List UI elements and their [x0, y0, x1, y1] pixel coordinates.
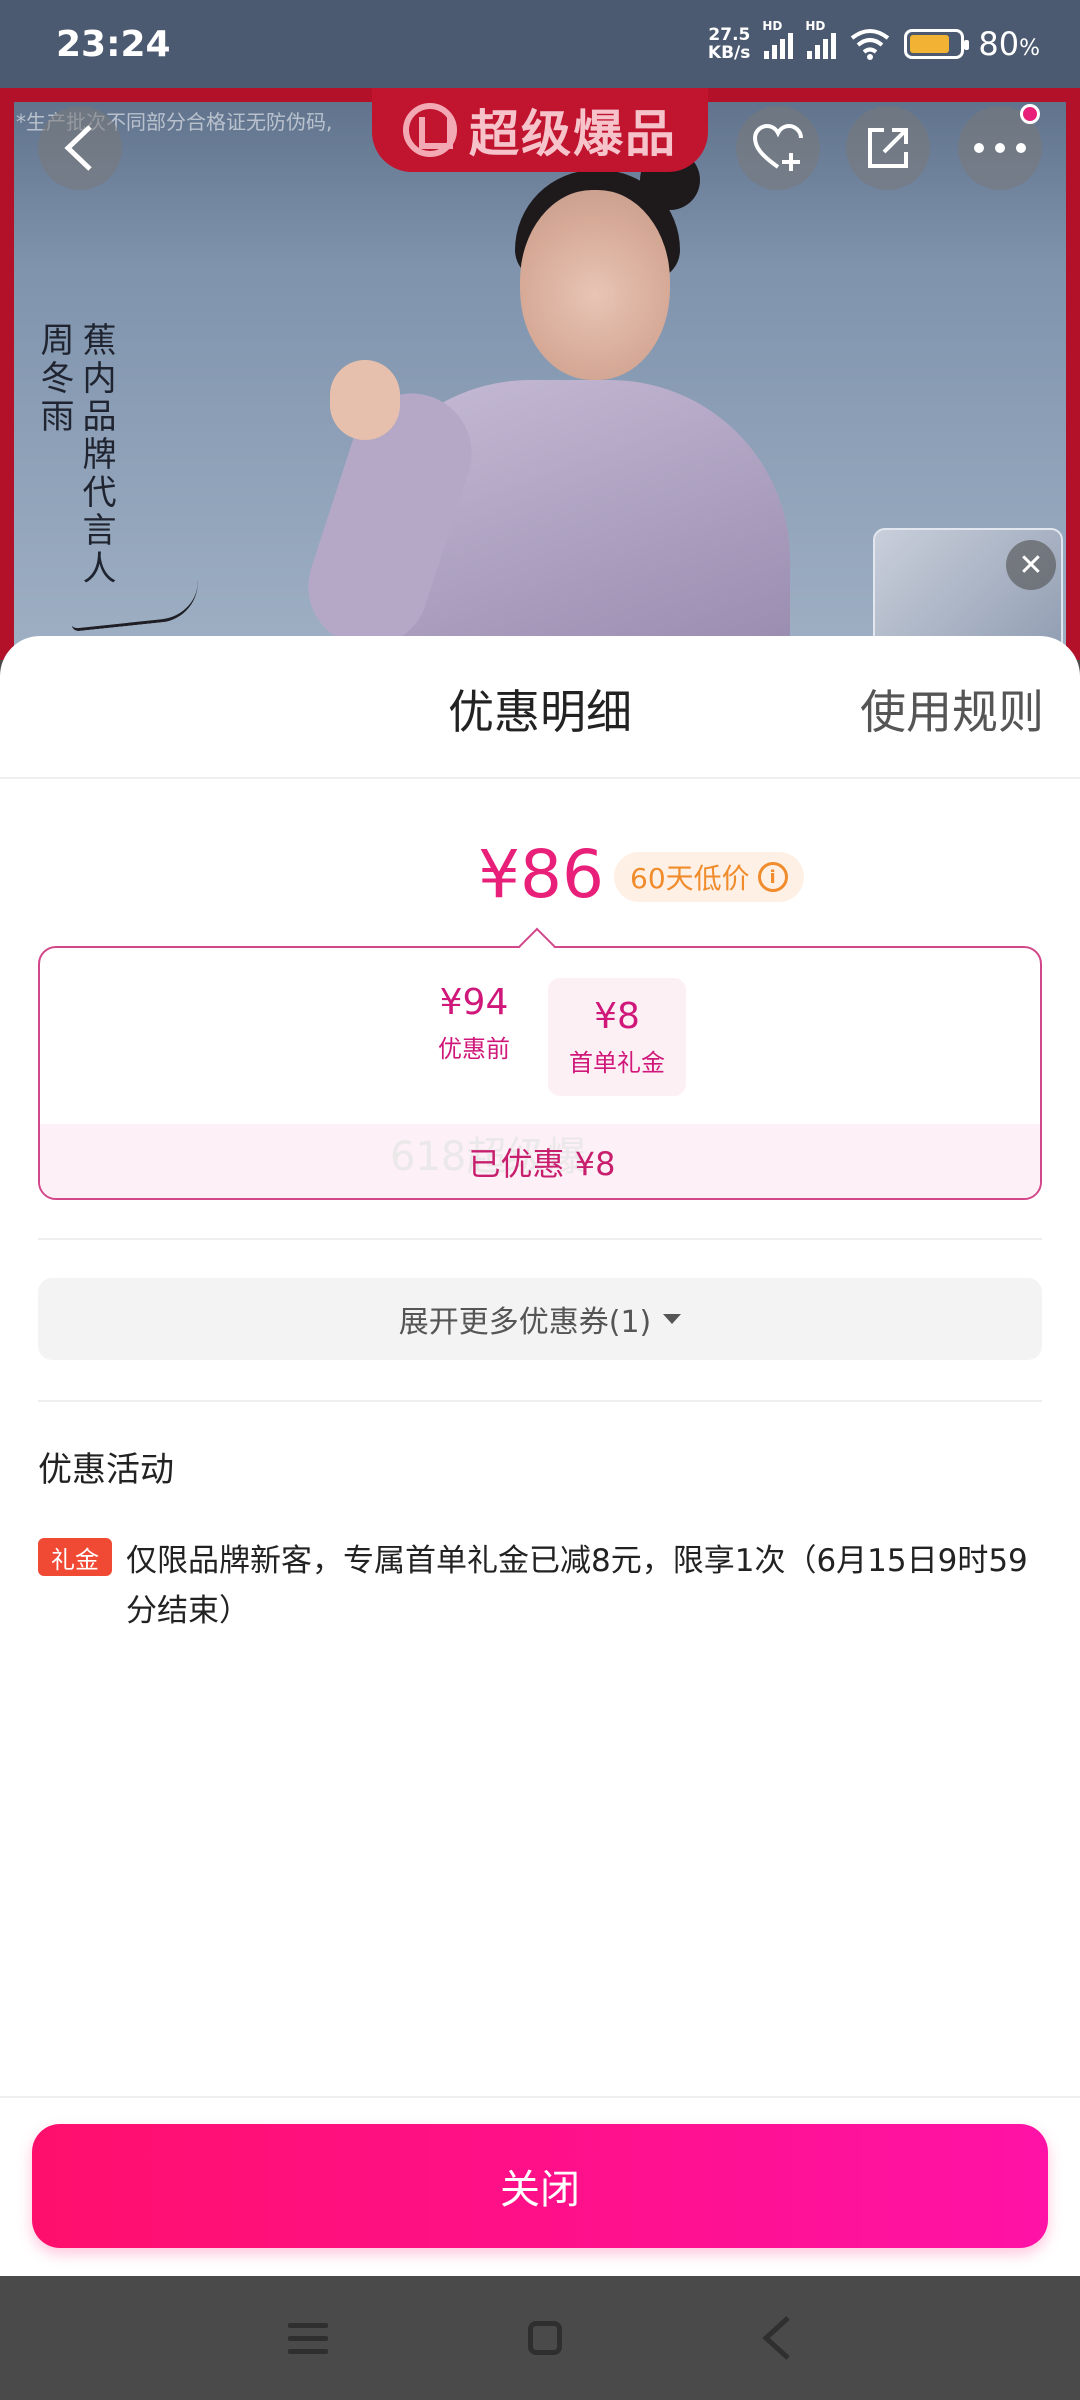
model-face	[520, 190, 670, 380]
saved-amount: 已优惠 ¥8	[468, 1145, 616, 1183]
divider	[38, 1400, 1042, 1402]
low-price-tag-label: 60天低价	[630, 862, 750, 895]
network-speed-value: 27.5	[708, 25, 751, 45]
gift-value: ¥8	[594, 996, 640, 1037]
original-price-label: 优惠前	[438, 1035, 510, 1063]
close-icon[interactable]: ✕	[1006, 540, 1056, 590]
share-icon	[868, 128, 908, 168]
original-price: ¥94 优惠前	[404, 982, 544, 1064]
model-hand	[330, 360, 400, 440]
footer-divider	[0, 2096, 1080, 2098]
signal-hd-label: HD	[762, 19, 783, 33]
final-price-row: ¥86 60天低价 i	[0, 836, 1080, 916]
spokesperson-title: 蕉内品牌代言人	[76, 322, 116, 588]
low-price-tag[interactable]: 60天低价 i	[614, 852, 804, 902]
discount-detail-sheet: 优惠明细 使用规则 ¥86 60天低价 i ¥94 优惠前 - ¥8 首单礼金 …	[0, 636, 1080, 2276]
super-deal-badge: 超级爆品	[372, 88, 708, 172]
activity-text: 仅限品牌新客，专属首单礼金已减8元，限享1次（6月15日9时59分结束）	[126, 1543, 1028, 1629]
divider	[38, 1238, 1042, 1240]
network-speed: 27.5 KB/s	[708, 26, 750, 62]
share-button[interactable]	[846, 106, 930, 190]
more-dots-icon	[974, 143, 1026, 153]
back-icon[interactable]	[762, 2316, 792, 2360]
super-deal-badge-text: 超级爆品	[469, 105, 677, 163]
gift-label: 首单礼金	[569, 1049, 665, 1077]
heart-plus-icon	[752, 123, 803, 171]
battery-icon	[904, 29, 970, 59]
chevron-left-icon	[64, 125, 92, 171]
wifi-icon	[851, 29, 890, 60]
brand-logo-icon	[403, 103, 457, 157]
activity-item: 礼金 仅限品牌新客，专属首单礼金已减8元，限享1次（6月15日9时59分结束）	[38, 1536, 1048, 1636]
original-price-value: ¥94	[439, 982, 509, 1023]
menu-icon[interactable]	[288, 2322, 328, 2354]
status-bar: 23:24 27.5 KB/s HD HD 80%	[0, 0, 1080, 88]
signal-icon-2: HD	[805, 19, 837, 59]
close-button[interactable]: 关闭	[32, 2124, 1048, 2248]
notification-dot	[1020, 104, 1040, 124]
saved-amount-bar: 618超级爆 已优惠 ¥8	[40, 1124, 1040, 1198]
product-hero-image: *生产批次不同部分合格证无防伪码, 超级爆品 周冬雨 蕉内品牌代言人 ✕	[0, 0, 1080, 660]
final-price: ¥86	[478, 836, 604, 913]
expand-more-coupons-button[interactable]: 展开更多优惠券(1)	[38, 1278, 1042, 1360]
first-order-gift: ¥8 首单礼金	[548, 978, 686, 1096]
home-icon[interactable]	[528, 2321, 562, 2355]
battery-percent: 80%	[978, 25, 1040, 63]
usage-rules-link[interactable]: 使用规则	[860, 676, 1044, 742]
back-button[interactable]	[38, 106, 122, 190]
caret-down-icon	[663, 1314, 682, 1324]
signal-hd-label-2: HD	[805, 19, 826, 33]
sheet-header: 优惠明细 使用规则	[0, 636, 1080, 779]
system-navigation-bar	[0, 2276, 1080, 2400]
activity-section-title: 优惠活动	[38, 1450, 174, 1490]
network-speed-unit: KB/s	[707, 43, 751, 63]
gift-tag: 礼金	[38, 1538, 112, 1576]
info-icon: i	[757, 862, 788, 892]
status-time: 23:24	[56, 23, 171, 65]
price-calculation-box: ¥94 优惠前 - ¥8 首单礼金 618超级爆 已优惠 ¥8	[38, 946, 1042, 1200]
signal-icon: HD	[762, 19, 794, 59]
favorite-button[interactable]	[736, 106, 820, 190]
expand-more-coupons-label: 展开更多优惠券(1)	[398, 1305, 652, 1340]
